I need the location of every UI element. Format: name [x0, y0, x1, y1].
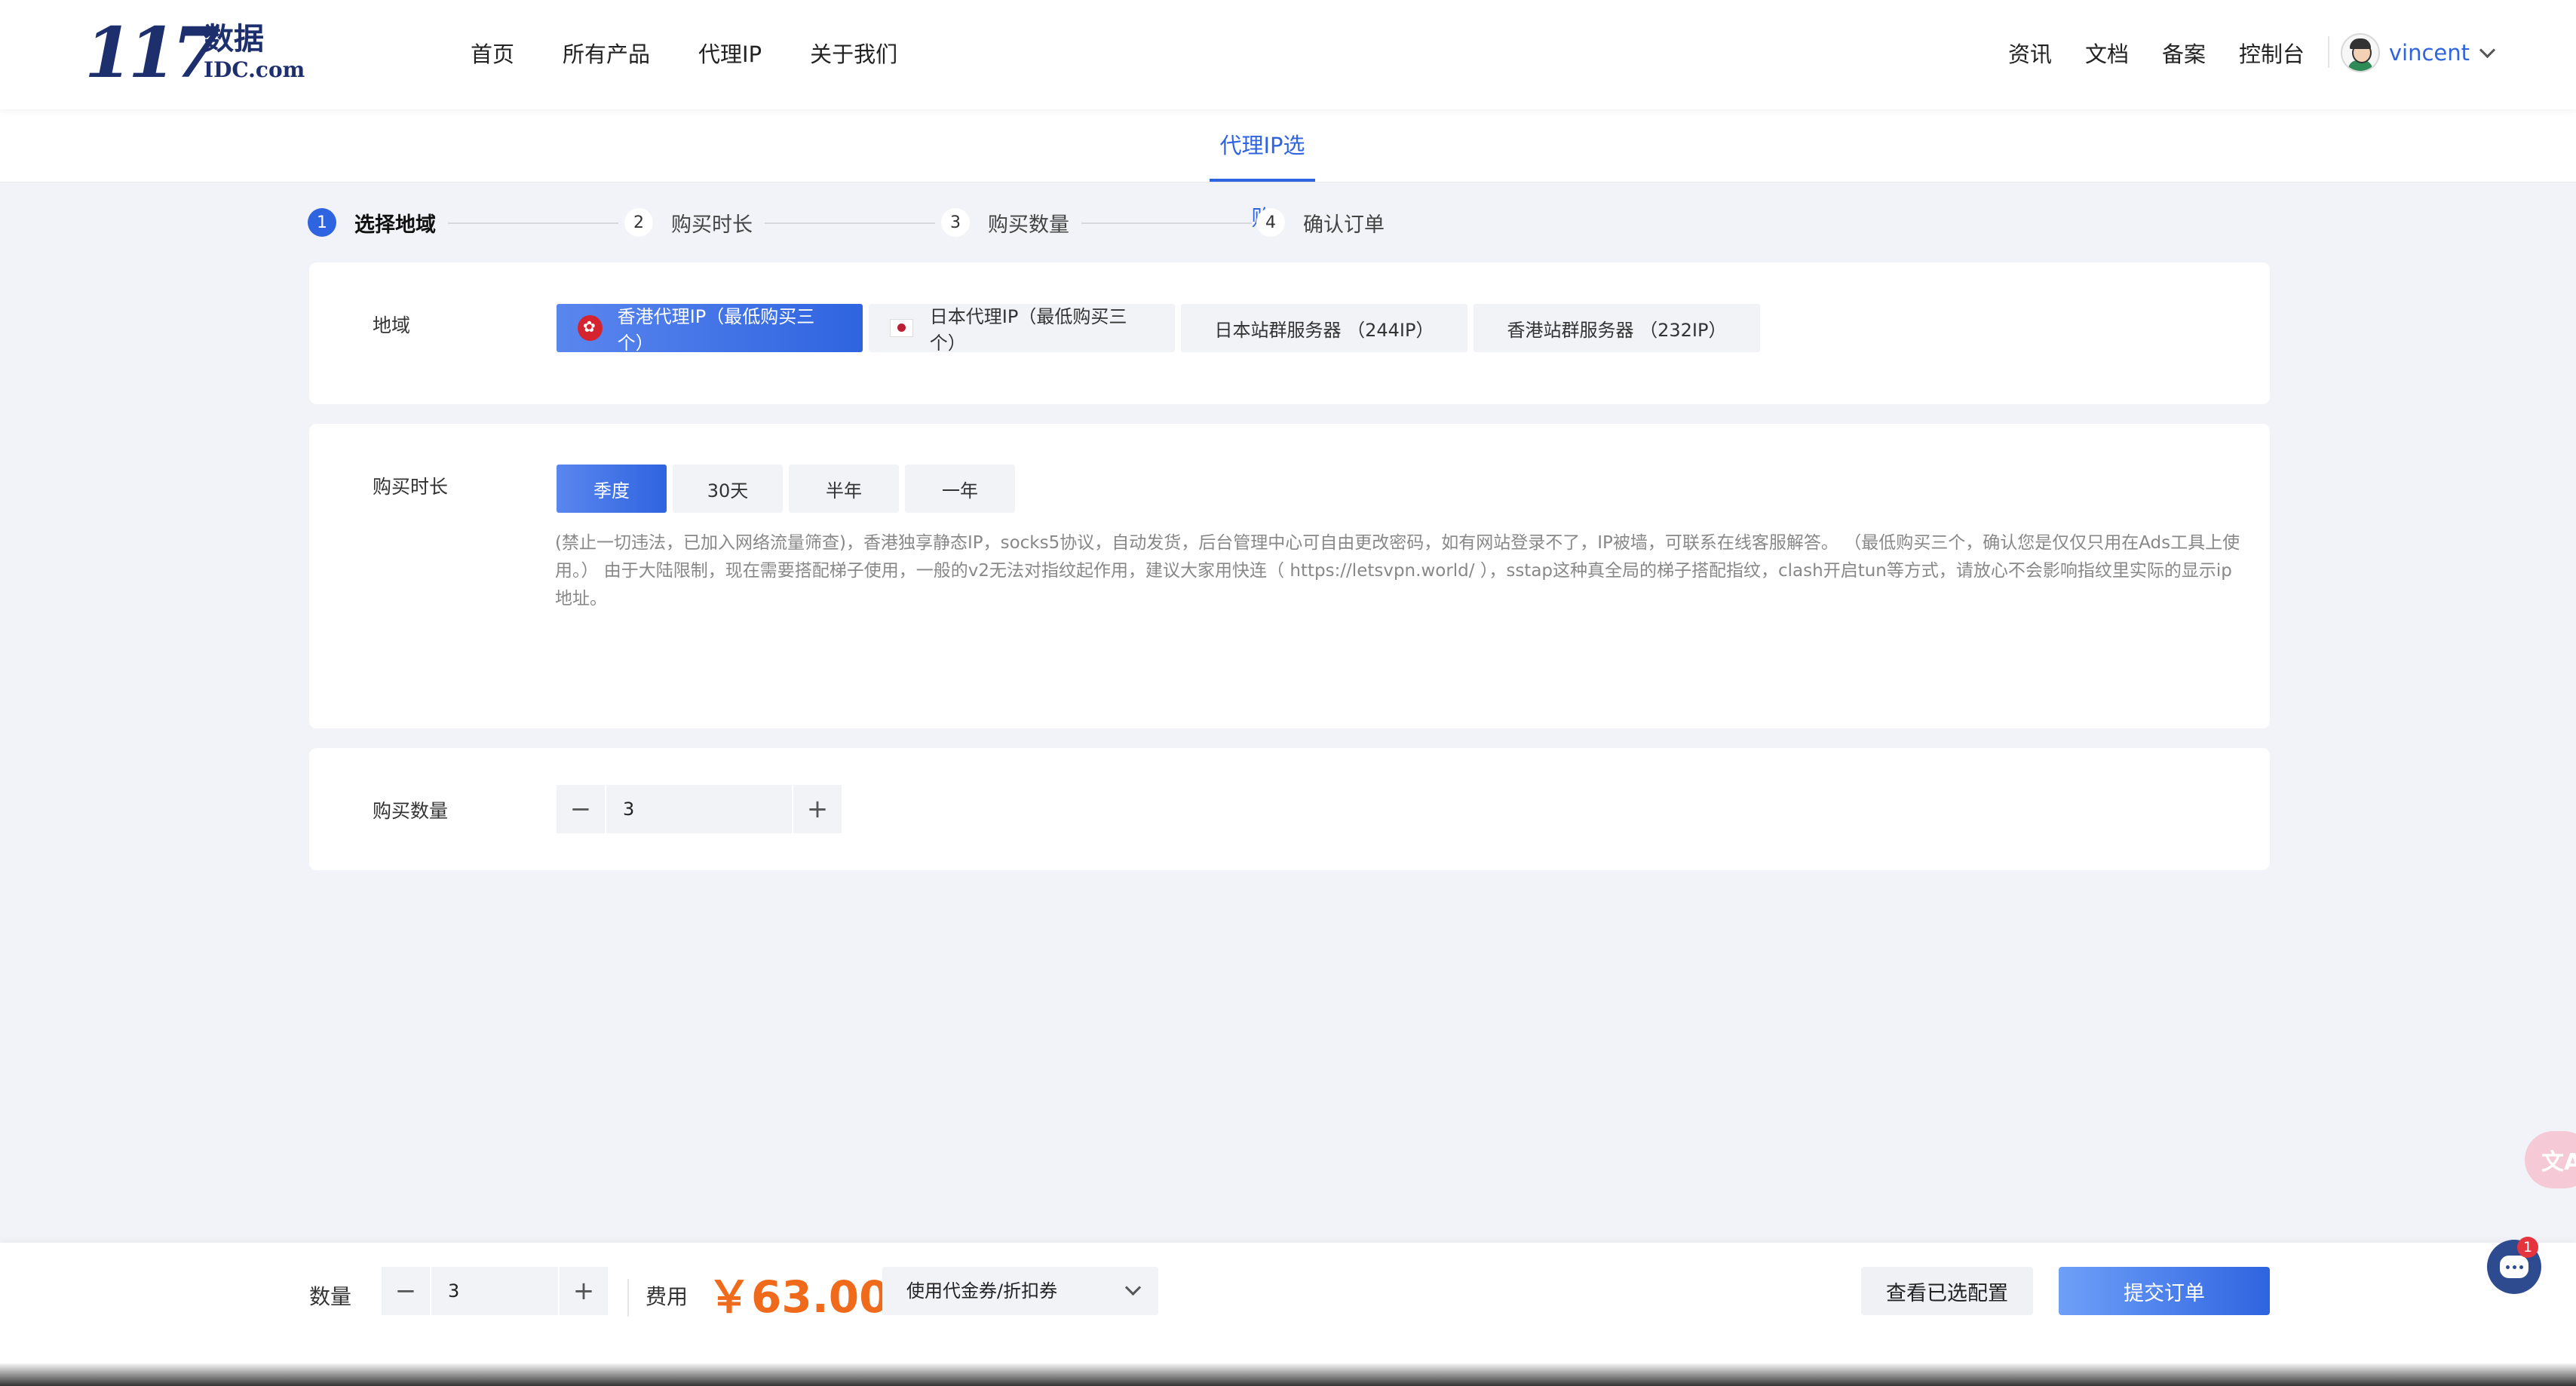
- nav-proxy-ip[interactable]: 代理IP: [698, 37, 762, 69]
- fee-label: 费用: [646, 1284, 688, 1309]
- link-filing[interactable]: 备案: [2162, 37, 2206, 69]
- window-bottom-edge: [0, 1363, 2576, 1386]
- quantity-decrease-button[interactable]: −: [557, 785, 605, 833]
- site-logo[interactable]: 117 数据 IDC.com: [84, 12, 305, 94]
- logo-domain: IDC.com: [204, 57, 305, 82]
- chat-icon: [2500, 1256, 2528, 1278]
- tab-proxy-ip-purchase[interactable]: 代理IP选购: [1210, 109, 1315, 231]
- chevron-down-icon: [1124, 1279, 1142, 1296]
- duration-option-30-days[interactable]: 30天: [673, 465, 783, 513]
- step-connector: [765, 222, 935, 224]
- nav-all-products[interactable]: 所有产品: [563, 37, 650, 69]
- user-menu[interactable]: vincent: [2340, 33, 2496, 72]
- progress-steps: 1 选择地域 2 购买时长 3 购买数量 4 确认订单: [308, 204, 1394, 241]
- region-option-jp-proxy[interactable]: 日本代理IP（最低购买三个）: [869, 304, 1175, 354]
- link-news[interactable]: 资讯: [2008, 37, 2052, 69]
- region-option-label: 日本站群服务器 （244IP）: [1214, 319, 1434, 341]
- header-right-links: 资讯 文档 备案 控制台: [2008, 0, 2305, 106]
- step-number: 4: [1256, 208, 1285, 237]
- quantity-stepper: − 3 +: [557, 785, 842, 833]
- coupon-select-value: 使用代金券/折扣券: [906, 1280, 1058, 1302]
- quantity-input[interactable]: 3: [605, 785, 793, 833]
- total-price: ￥63.00: [707, 1271, 890, 1323]
- product-description: (禁止一切违法，已加入网络流量筛查)，香港独享静态IP，socks5协议，自动发…: [555, 533, 2240, 609]
- logo-chinese: 数据: [204, 22, 264, 57]
- nav-home[interactable]: 首页: [471, 37, 514, 69]
- step-number: 2: [624, 208, 653, 237]
- username: vincent: [2388, 40, 2470, 66]
- region-options: 香港代理IP（最低购买三个） 日本代理IP（最低购买三个） 日本站群服务器 （2…: [557, 304, 1760, 354]
- step-label: 确认订单: [1303, 213, 1385, 237]
- header-divider: [2328, 36, 2329, 68]
- step-connector: [448, 222, 618, 224]
- summary-quantity-label: 数量: [309, 1284, 352, 1309]
- summary-decrease-button[interactable]: −: [382, 1267, 430, 1315]
- duration-label: 购买时长: [373, 476, 449, 498]
- region-option-label: 香港代理IP（最低购买三个）: [617, 306, 815, 354]
- region-option-label: 香港站群服务器 （232IP）: [1507, 319, 1727, 341]
- submit-order-button[interactable]: 提交订单: [2059, 1267, 2270, 1315]
- hong-kong-flag-icon: [578, 315, 603, 341]
- region-option-label: 日本代理IP（最低购买三个）: [929, 306, 1127, 354]
- avatar: [2340, 33, 2380, 72]
- summary-increase-button[interactable]: +: [560, 1267, 608, 1315]
- region-option-hk-proxy[interactable]: 香港代理IP（最低购买三个）: [557, 304, 863, 354]
- step-select-region: 1 选择地域: [308, 204, 436, 241]
- translate-widget[interactable]: 文A: [2525, 1131, 2576, 1188]
- step-label: 选择地域: [354, 213, 436, 237]
- duration-option-one-year[interactable]: 一年: [905, 465, 1015, 513]
- region-label: 地域: [373, 314, 411, 336]
- duration-option-quarter[interactable]: 季度: [557, 465, 667, 513]
- coupon-select[interactable]: 使用代金券/折扣券: [882, 1267, 1158, 1315]
- step-number: 3: [941, 208, 970, 237]
- translate-icon: 文A: [2541, 1149, 2576, 1176]
- chat-notification-badge: 1: [2517, 1237, 2538, 1258]
- main-nav: 首页 所有产品 代理IP 关于我们: [471, 0, 897, 106]
- step-label: 购买数量: [988, 213, 1069, 237]
- link-console[interactable]: 控制台: [2239, 37, 2305, 69]
- logo-number: 117: [84, 12, 220, 94]
- region-card: 地域 香港代理IP（最低购买三个） 日本代理IP（最低购买三个） 日本站群服务器…: [309, 262, 2270, 404]
- duration-card: 购买时长 季度 30天 半年 一年 (禁止一切违法，已加入网络流量筛查)，香港独…: [309, 424, 2270, 728]
- step-quantity: 3 购买数量: [941, 204, 1069, 241]
- step-duration: 2 购买时长: [624, 204, 753, 241]
- region-option-hk-cluster[interactable]: 香港站群服务器 （232IP）: [1474, 304, 1760, 352]
- step-connector: [1081, 222, 1252, 224]
- region-option-jp-cluster[interactable]: 日本站群服务器 （244IP）: [1181, 304, 1467, 352]
- duration-options: 季度 30天 半年 一年: [557, 465, 1015, 513]
- link-docs[interactable]: 文档: [2085, 37, 2129, 69]
- nav-about-us[interactable]: 关于我们: [810, 37, 897, 69]
- summary-divider: [627, 1279, 629, 1317]
- step-label: 购买时长: [671, 213, 753, 237]
- summary-quantity-stepper: − 3 +: [382, 1267, 608, 1315]
- sub-header: 代理IP选购: [0, 109, 2576, 231]
- step-number: 1: [308, 208, 336, 237]
- step-confirm-order: 4 确认订单: [1256, 204, 1385, 241]
- japan-flag-icon: [890, 319, 913, 337]
- chevron-down-icon: [2479, 41, 2496, 58]
- view-selected-config-button[interactable]: 查看已选配置: [1861, 1267, 2033, 1315]
- quantity-increase-button[interactable]: +: [793, 785, 842, 833]
- summary-quantity-input[interactable]: 3: [430, 1267, 560, 1315]
- top-header: 117 数据 IDC.com 首页 所有产品 代理IP 关于我们 资讯 文档 备…: [0, 0, 2576, 109]
- quantity-card: 购买数量 − 3 +: [309, 748, 2270, 870]
- quantity-label: 购买数量: [373, 800, 449, 822]
- duration-option-half-year[interactable]: 半年: [789, 465, 899, 513]
